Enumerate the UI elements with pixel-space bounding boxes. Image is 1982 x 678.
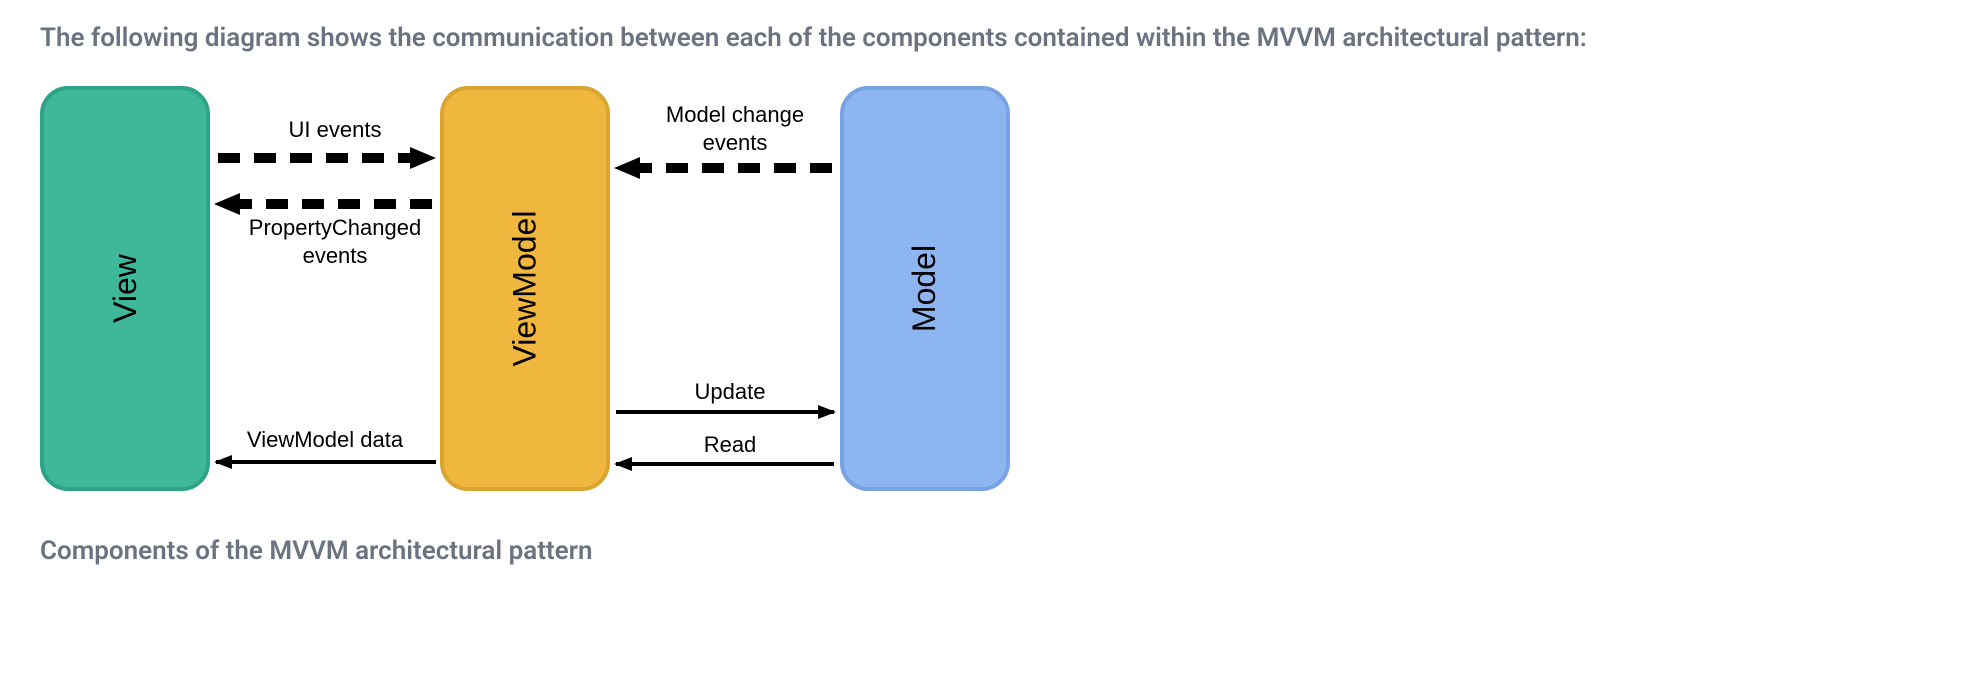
viewmodel-data-label: ViewModel data bbox=[230, 426, 420, 454]
model-box: Model bbox=[840, 86, 1010, 491]
intro-paragraph: The following diagram shows the communic… bbox=[40, 20, 1942, 56]
ui-events-label: UI events bbox=[255, 116, 415, 144]
viewmodel-box: ViewModel bbox=[440, 86, 610, 491]
property-changed-label: PropertyChanged events bbox=[240, 214, 430, 269]
update-label: Update bbox=[650, 378, 810, 406]
view-box-label: View bbox=[107, 255, 144, 324]
view-box: View bbox=[40, 86, 210, 491]
model-change-label: Model change events bbox=[640, 101, 830, 156]
mvvm-diagram: View ViewModel Model UI events PropertyC… bbox=[40, 86, 1040, 506]
viewmodel-box-label: ViewModel bbox=[507, 211, 544, 367]
model-box-label: Model bbox=[907, 245, 944, 332]
diagram-caption: Components of the MVVM architectural pat… bbox=[40, 536, 1942, 566]
read-label: Read bbox=[650, 431, 810, 459]
